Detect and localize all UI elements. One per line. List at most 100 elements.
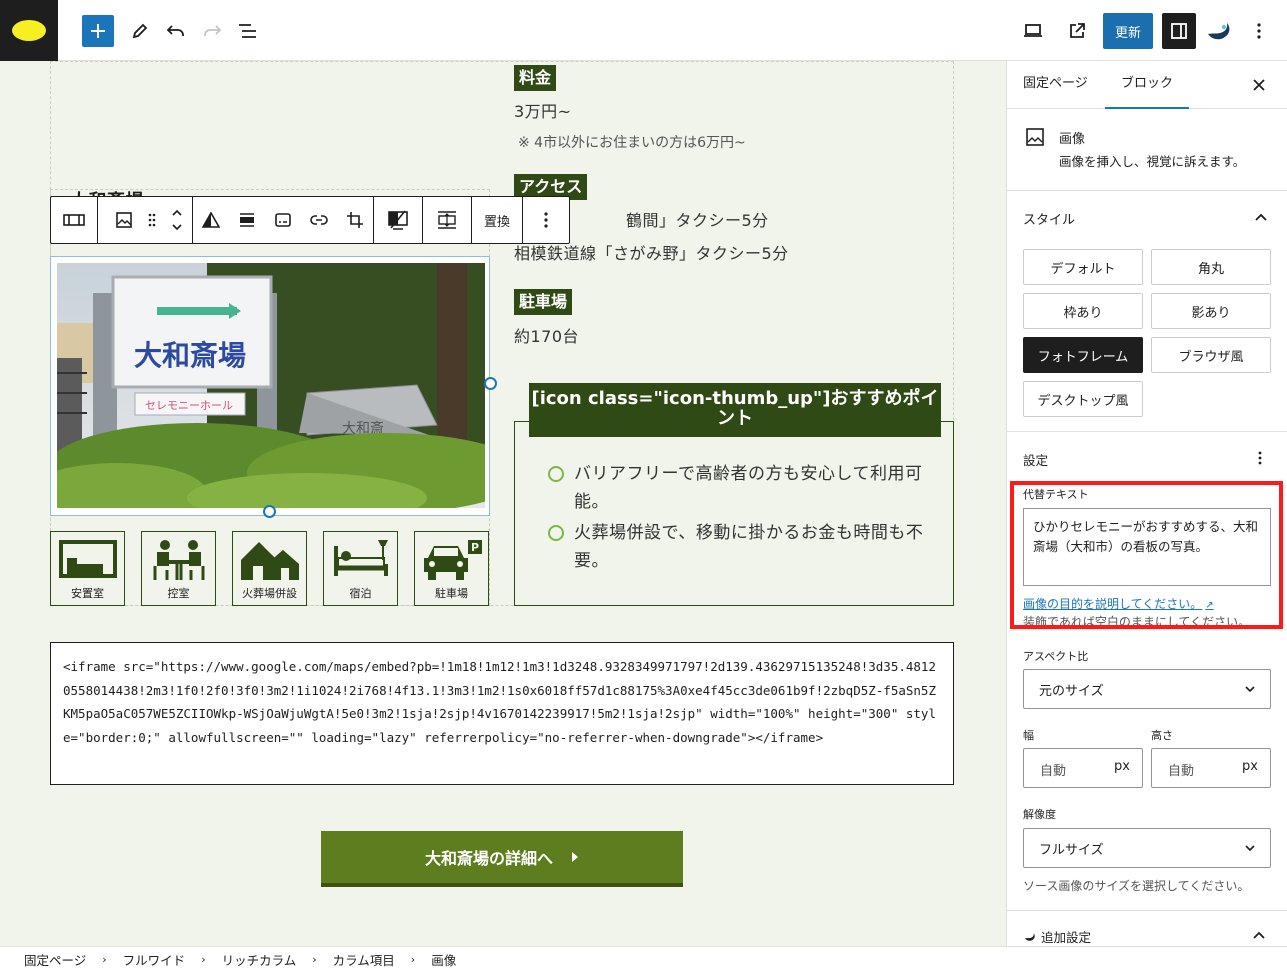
replace-button[interactable]: 置換 — [472, 197, 522, 243]
image-resize-handle-right[interactable] — [484, 377, 497, 390]
chevron-right-icon: › — [410, 952, 416, 966]
style-shadow-button[interactable]: 影あり — [1151, 293, 1271, 329]
document-overview-button[interactable] — [232, 14, 264, 48]
resolution-select[interactable]: フルサイズ — [1023, 828, 1271, 868]
sign-main-text: 大和斎場 — [134, 339, 246, 372]
svg-text:P: P — [471, 541, 479, 554]
undo-button[interactable] — [160, 14, 192, 48]
close-sidebar-button[interactable] — [1249, 75, 1269, 95]
advanced-settings-toggle[interactable]: 追加設定 — [1023, 927, 1091, 946]
style-rounded-button[interactable]: 角丸 — [1151, 249, 1271, 285]
chevron-up-down-icon — [172, 209, 182, 231]
sign-sub-text: セレモニーホール — [145, 399, 233, 412]
plus-icon — [91, 24, 105, 38]
recommend-item: 火葬場併設で、移動に掛かるお金も時間も不要。 — [548, 519, 933, 575]
image-resize-handle-bottom[interactable] — [263, 505, 276, 518]
settings-toggle-button[interactable] — [1162, 13, 1196, 49]
margin-button[interactable] — [429, 197, 465, 243]
options-menu-button[interactable] — [1243, 14, 1275, 48]
editor-header: 更新 — [0, 0, 1287, 61]
plugin-logo-icon — [1025, 932, 1035, 941]
update-button[interactable]: 更新 — [1103, 13, 1153, 49]
selected-image-block[interactable]: 大和斎場 セレモニーホール 大和斎 — [50, 256, 490, 516]
theme-plugin-button[interactable] — [1203, 14, 1235, 48]
chevron-right-icon: › — [201, 952, 206, 966]
signboard-photo: 大和斎場 セレモニーホール 大和斎 — [57, 263, 485, 508]
overlay-button[interactable] — [380, 197, 416, 243]
chevron-up-icon[interactable] — [1253, 931, 1265, 939]
image-icon — [116, 212, 132, 228]
parent-block-icon — [63, 214, 85, 226]
breadcrumb-item[interactable]: フルワイド — [123, 950, 186, 969]
edit-tool-button[interactable] — [124, 14, 156, 48]
crematorium-icon — [240, 542, 299, 580]
style-photoframe-button[interactable]: フォトフレーム — [1023, 337, 1143, 373]
recommend-title: [icon class="icon-thumb_up"]おすすめポイント — [529, 383, 941, 437]
highlight-annotation — [1010, 481, 1283, 629]
facility-item: 安置室 — [50, 531, 125, 606]
external-link-icon — [1070, 23, 1085, 38]
style-bordered-button[interactable]: 枠あり — [1023, 293, 1143, 329]
block-card: 画像 画像を挿入し、視覚に訴えます。 — [1007, 109, 1287, 191]
chevron-down-icon — [1245, 845, 1255, 852]
breadcrumb-item[interactable]: 固定ページ — [24, 950, 86, 969]
chevron-up-icon[interactable] — [1255, 213, 1267, 221]
caption-button[interactable] — [265, 197, 301, 243]
width-input[interactable]: 自動 px — [1023, 748, 1143, 788]
custom-html-block[interactable]: <iframe src="https://www.google.com/maps… — [50, 642, 954, 785]
align-center-icon — [240, 213, 254, 227]
site-logo-icon — [12, 20, 46, 41]
caption-icon — [275, 213, 291, 227]
drag-handle-icon — [148, 213, 156, 227]
block-description: 画像を挿入し、視覚に訴えます。 — [1059, 154, 1246, 169]
price-value: 3万円~ — [514, 102, 572, 121]
preview-button[interactable] — [1017, 14, 1049, 48]
style-browser-button[interactable]: ブラウザ風 — [1151, 337, 1271, 373]
facility-item: 宿泊 — [323, 531, 398, 606]
add-block-button[interactable] — [82, 15, 114, 47]
styles-heading[interactable]: スタイル — [1023, 209, 1075, 228]
detail-cta-button[interactable]: 大和斎場の詳細へ — [321, 831, 683, 887]
duotone-icon — [202, 212, 220, 228]
duotone-button[interactable] — [193, 197, 229, 243]
view-page-button[interactable] — [1061, 14, 1093, 48]
block-options-button[interactable] — [523, 197, 569, 243]
block-breadcrumb: 固定ページ › フルワイド › リッチカラム › カラム項目 › 画像 — [0, 946, 1287, 971]
select-parent-button[interactable] — [51, 197, 97, 243]
breadcrumb-item[interactable]: カラム項目 — [333, 950, 395, 969]
link-button[interactable] — [301, 197, 337, 243]
style-default-button[interactable]: デフォルト — [1023, 249, 1143, 285]
tab-page[interactable]: 固定ページ — [1023, 61, 1088, 109]
crop-button[interactable] — [337, 197, 373, 243]
editor-canvas: 料金 3万円~ ※ 4市以外にお住まいの方は6万円~ アクセス 鶴間」タクシー5… — [0, 61, 1006, 946]
close-icon — [1253, 79, 1265, 91]
list-view-icon — [239, 24, 256, 38]
parking-icon: P — [423, 540, 482, 580]
chevron-right-icon: › — [102, 952, 107, 966]
height-input[interactable]: 自動 px — [1151, 748, 1271, 788]
lodging-icon — [333, 540, 388, 576]
crop-icon — [347, 212, 363, 228]
facility-item: 火葬場併設 — [232, 531, 307, 606]
breadcrumb-item[interactable]: 画像 — [431, 950, 456, 969]
drag-handle[interactable] — [142, 197, 162, 243]
settings-heading: 設定 — [1023, 453, 1049, 468]
width-label: 幅 — [1023, 729, 1034, 742]
desktop-icon — [1024, 24, 1042, 37]
aspect-ratio-select[interactable]: 元のサイズ — [1023, 669, 1271, 709]
sidebar-icon — [1171, 23, 1187, 39]
breadcrumb-item[interactable]: リッチカラム — [222, 950, 297, 969]
block-title: 画像 — [1059, 132, 1086, 147]
align-button[interactable] — [229, 197, 265, 243]
tab-block[interactable]: ブロック — [1105, 61, 1190, 109]
chevron-right-icon: › — [312, 952, 317, 966]
style-desktop-button[interactable]: デスクトップ風 — [1023, 381, 1143, 417]
caret-right-icon — [572, 852, 578, 862]
move-up-down-buttons[interactable] — [162, 197, 192, 243]
redo-button[interactable] — [196, 14, 228, 48]
facility-item: P 駐車場 — [414, 531, 489, 606]
more-vertical-icon[interactable] — [1258, 451, 1262, 465]
site-icon-button[interactable] — [0, 0, 58, 61]
parking-value: 約170台 — [514, 327, 580, 346]
block-type-button[interactable] — [106, 197, 142, 243]
